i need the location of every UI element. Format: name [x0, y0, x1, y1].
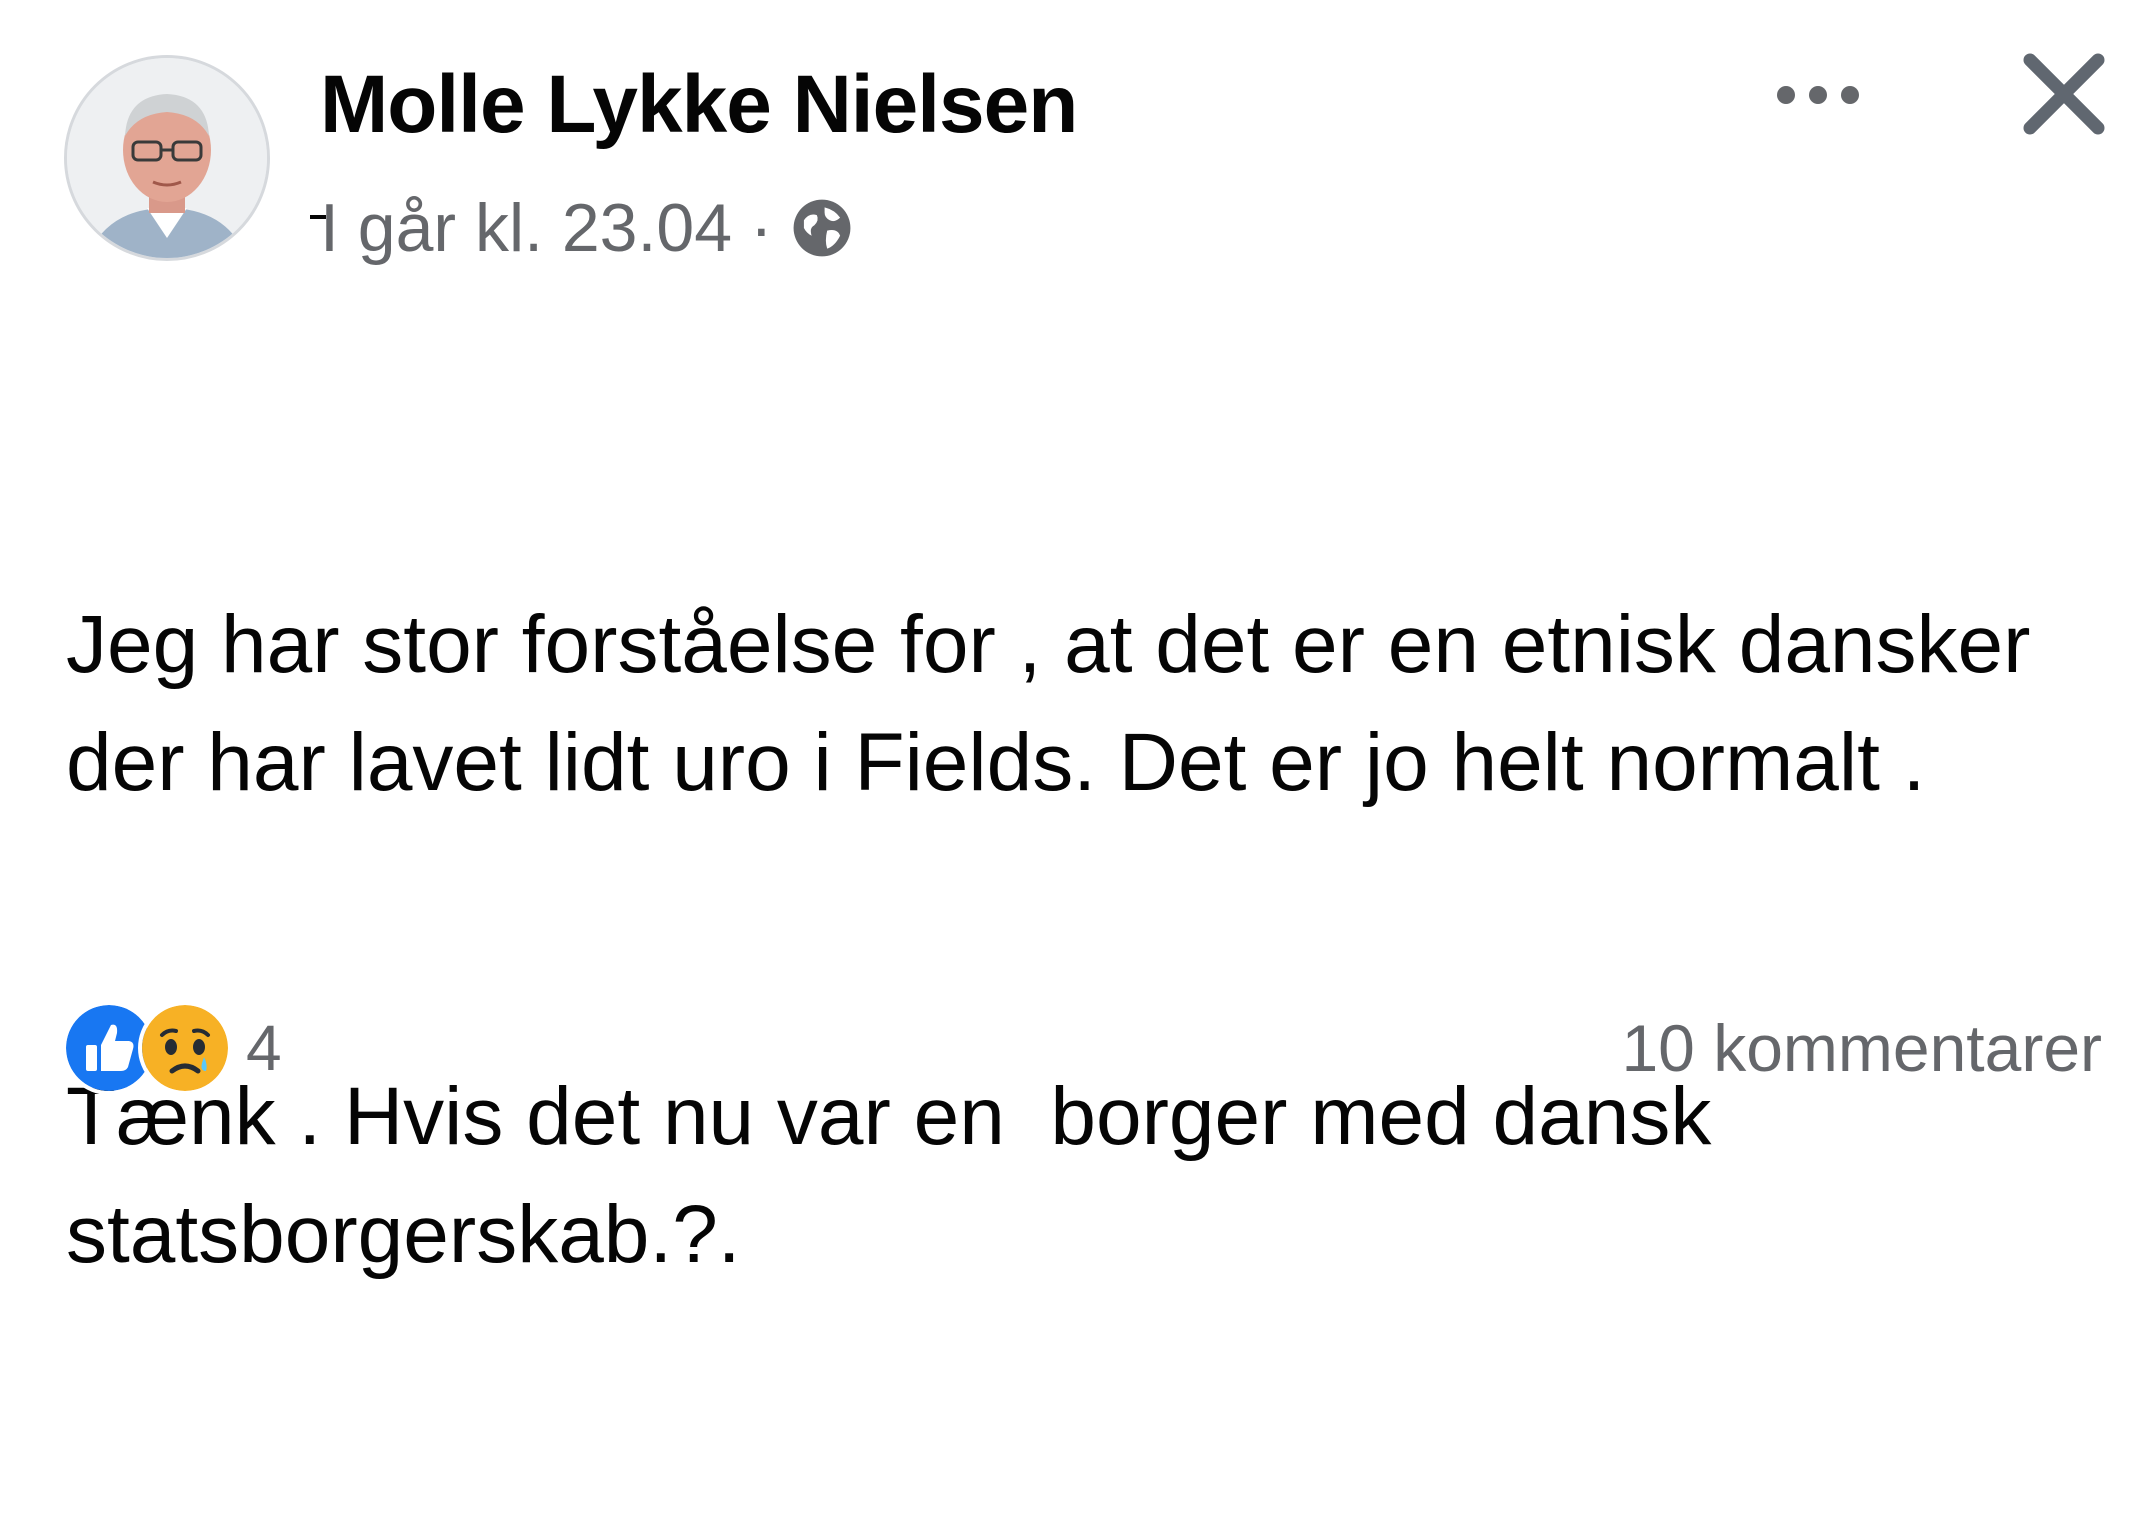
globe-icon[interactable] [791, 197, 853, 259]
avatar-portrait-image [67, 58, 267, 258]
more-horizontal-icon[interactable] [1768, 70, 1868, 120]
reactions-summary[interactable]: 4 [62, 1000, 282, 1096]
post-meta: I går kl. 23.04 · [320, 188, 853, 268]
avatar[interactable] [64, 55, 270, 261]
post-timestamp[interactable]: I går kl. 23.04 [320, 189, 732, 267]
post-body-text: Jeg har stor forståelse for , at det er … [66, 350, 2106, 1530]
sad-icon [138, 1001, 232, 1095]
post-body-paragraph: Tænk . Hvis det nu var en borger med dan… [66, 1071, 1735, 1280]
close-icon[interactable] [2020, 50, 2108, 138]
reaction-count: 4 [246, 1012, 282, 1084]
post-body-paragraph: Jeg har stor forståelse for , at det er … [66, 599, 2054, 808]
facebook-post: Molle Lykke Nielsen I går kl. 23.04 · Je… [0, 0, 2138, 1280]
comments-count-link[interactable]: 10 kommentarer [1621, 1010, 2102, 1086]
author-name[interactable]: Molle Lykke Nielsen [320, 58, 1078, 152]
author-avatar-wrapper[interactable] [64, 55, 326, 263]
meta-separator: · [750, 190, 773, 266]
